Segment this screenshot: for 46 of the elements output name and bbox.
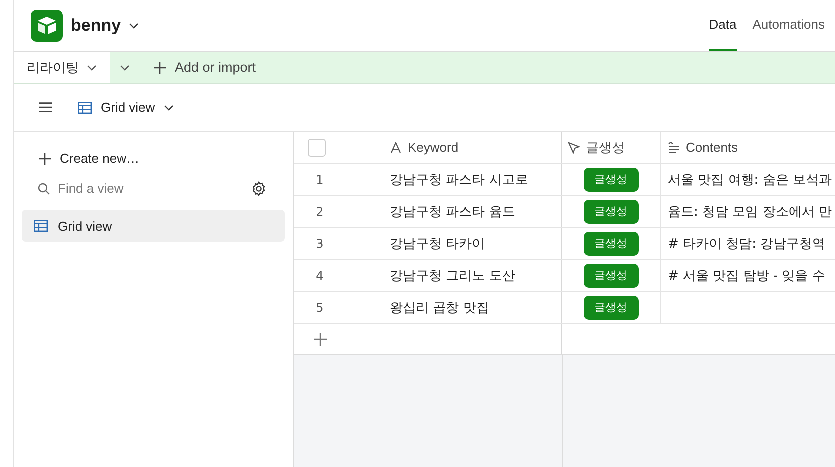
add-row-icon[interactable] xyxy=(314,332,326,346)
row-number: 1 xyxy=(316,172,324,186)
search-icon xyxy=(38,182,50,194)
chevron-down-icon[interactable] xyxy=(120,64,130,70)
column-header[interactable]: Contents xyxy=(668,140,738,155)
view-item[interactable]: Grid view xyxy=(22,210,285,242)
column-header[interactable]: Keyword xyxy=(390,140,459,155)
table-cell-text: # 서울 맛집 탐방 - 잊을 수 xyxy=(668,268,826,284)
plus-icon xyxy=(39,152,51,164)
column-header[interactable]: 글생성 xyxy=(568,138,625,156)
generate-button[interactable]: 글생성 xyxy=(584,232,638,256)
menu-icon[interactable] xyxy=(39,102,52,113)
table-cell-text: 왕십리 곱창 맛집 xyxy=(390,300,490,316)
row-number: 2 xyxy=(316,204,324,218)
table-cell-text: 서울 맛집 여행: 숨은 보석과 xyxy=(668,172,832,188)
table-cell-text: 윰드: 청담 모임 장소에서 만 xyxy=(668,204,832,220)
grid-icon xyxy=(78,102,92,114)
cursor-icon xyxy=(568,142,580,154)
text-field-icon xyxy=(390,142,402,154)
chevron-down-icon[interactable] xyxy=(87,64,97,70)
chevron-down-icon[interactable] xyxy=(129,22,140,28)
add-or-import-button[interactable]: Add or import xyxy=(144,60,266,75)
generate-button[interactable]: 글생성 xyxy=(584,168,638,192)
table-cell-text: 강남구청 그리노 도산 xyxy=(390,268,516,284)
generate-button[interactable]: 글생성 xyxy=(584,264,638,288)
create-new-button[interactable]: Create new… xyxy=(22,144,156,173)
table-tab[interactable]: 리라이팅 xyxy=(14,52,110,83)
settings-icon[interactable] xyxy=(251,180,267,196)
nav-tab[interactable]: Automations xyxy=(752,0,825,51)
grid-icon xyxy=(34,220,48,232)
table-cell-text: 강남구청 파스타 윰드 xyxy=(390,204,516,220)
row-number: 3 xyxy=(316,236,324,250)
table-cell-text: # 타카이 청담: 강남구청역 xyxy=(668,236,826,252)
base-name[interactable]: benny xyxy=(71,16,122,36)
select-all-checkbox[interactable] xyxy=(308,138,326,156)
chevron-down-icon xyxy=(164,104,174,110)
table-cell-text: 강남구청 파스타 시고로 xyxy=(390,172,528,188)
long-text-icon xyxy=(668,142,680,154)
generate-button[interactable]: 글생성 xyxy=(584,200,638,224)
row-number: 4 xyxy=(316,268,324,282)
generate-button[interactable]: 글생성 xyxy=(584,296,638,320)
table-cell-text: 강남구청 타카이 xyxy=(390,236,486,252)
row-number: 5 xyxy=(316,300,324,314)
logo-icon[interactable] xyxy=(31,10,63,42)
view-switcher[interactable]: Grid view xyxy=(72,99,180,116)
plus-icon xyxy=(154,62,166,74)
